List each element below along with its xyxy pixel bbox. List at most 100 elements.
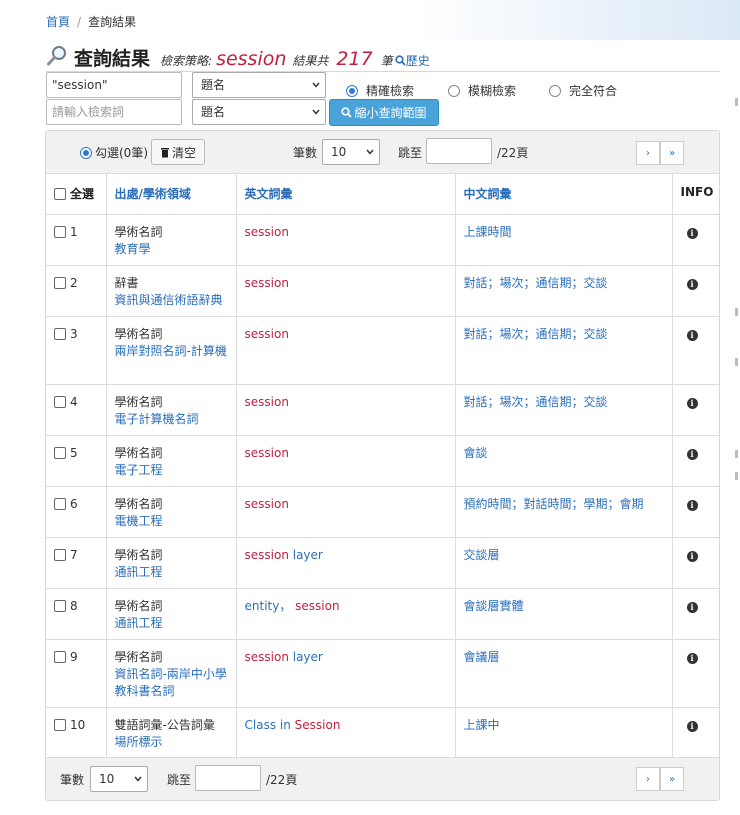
search-field-select-1[interactable]: 題名 xyxy=(192,72,326,98)
info-icon[interactable]: i xyxy=(686,329,698,341)
checked-count-radio[interactable]: 勾選(0筆) xyxy=(80,144,148,161)
row-checkbox[interactable] xyxy=(54,395,66,408)
row-english-term[interactable]: session xyxy=(245,497,289,511)
info-icon[interactable]: i xyxy=(686,499,698,511)
info-icon[interactable]: i xyxy=(686,601,698,613)
chevron-down-icon xyxy=(134,776,142,782)
jump-page-input[interactable] xyxy=(426,138,492,164)
info-icon[interactable]: i xyxy=(686,278,698,290)
chinese-column-header[interactable]: 中文詞彙 xyxy=(455,174,673,215)
info-icon[interactable]: i xyxy=(686,227,698,239)
row-checkbox[interactable] xyxy=(54,718,66,731)
footer-page-size-select[interactable]: 10 xyxy=(90,766,148,792)
row-source-field[interactable]: 兩岸對照名詞-計算機 xyxy=(115,343,228,360)
row-source-cell: 學術名詞 資訊名詞-兩岸中小學教科書名詞 xyxy=(106,639,237,708)
row-chinese-term[interactable]: 交談層 xyxy=(464,548,500,562)
select-all-header[interactable]: 全選 xyxy=(46,174,107,215)
page-size-value: 10 xyxy=(331,145,347,159)
row-source-type: 辭書 xyxy=(114,275,139,290)
row-source-field[interactable]: 資訊名詞-兩岸中小學教科書名詞 xyxy=(115,666,228,700)
next-page-label: › xyxy=(646,147,650,159)
row-source-cell: 學術名詞 教育學 xyxy=(106,214,237,266)
clear-button[interactable]: 清空 xyxy=(151,139,206,165)
mode-exact-radio[interactable]: 精確檢索 xyxy=(346,82,414,99)
row-chinese-term[interactable]: 上課時間 xyxy=(464,225,512,239)
row-english-term[interactable]: session xyxy=(245,225,289,239)
row-info-cell: i xyxy=(672,265,719,317)
search-icon xyxy=(395,55,406,66)
row-source-field[interactable]: 電機工程 xyxy=(115,513,228,530)
row-source-field[interactable]: 通訊工程 xyxy=(115,615,228,632)
search-term-input-1[interactable] xyxy=(46,72,182,98)
search-icon xyxy=(341,107,353,118)
row-source-field[interactable]: 電子工程 xyxy=(115,462,228,479)
footer-next-page-button[interactable]: › xyxy=(636,767,660,791)
row-english-term[interactable]: session xyxy=(245,276,289,290)
row-source-type: 學術名詞 xyxy=(114,445,163,460)
info-icon[interactable]: i xyxy=(686,397,698,409)
row-source-field[interactable]: 教育學 xyxy=(115,241,228,258)
info-icon[interactable]: i xyxy=(686,652,698,664)
row-english-term[interactable]: Class in Session xyxy=(245,718,341,732)
row-select-cell: 7 xyxy=(46,537,107,589)
row-checkbox[interactable] xyxy=(54,225,66,238)
footer-last-page-button[interactable]: » xyxy=(660,767,684,791)
row-english-term[interactable]: session xyxy=(245,446,289,460)
row-chinese-term[interactable]: 會議層 xyxy=(464,650,500,664)
row-chinese-term[interactable]: 對話；場次；通信期；交談 xyxy=(464,327,608,341)
narrow-search-button[interactable]: 縮小查詢範圍 xyxy=(329,99,439,126)
row-checkbox[interactable] xyxy=(54,548,66,561)
row-english-term[interactable]: entity， session xyxy=(245,599,340,613)
checked-count-label: 勾選(0筆) xyxy=(95,146,148,160)
row-checkbox[interactable] xyxy=(54,599,66,612)
row-checkbox[interactable] xyxy=(54,446,66,459)
row-chinese-term[interactable]: 對話；場次；通信期；交談 xyxy=(464,276,608,290)
row-source-field[interactable]: 電子計算機名詞 xyxy=(115,411,228,428)
strategy-label: 檢索策略: xyxy=(160,54,213,68)
history-link-label: 歷史 xyxy=(405,54,430,68)
row-source-cell: 學術名詞 電子計算機名詞 xyxy=(106,384,237,436)
row-checkbox[interactable] xyxy=(54,497,66,510)
search-field-select-1-value: 題名 xyxy=(201,78,226,92)
english-column-header[interactable]: 英文詞彙 xyxy=(236,174,456,215)
search-term-input-2[interactable] xyxy=(46,99,182,125)
row-english-term[interactable]: session xyxy=(245,327,289,341)
row-chinese-term[interactable]: 預約時間；對話時間；學期；會期 xyxy=(464,497,644,511)
result-count-unit: 筆 xyxy=(380,54,393,68)
source-column-header[interactable]: 出處/學術領域 xyxy=(106,174,237,215)
row-chinese-cell: 預約時間；對話時間；學期；會期 xyxy=(455,486,673,538)
breadcrumb-home-link[interactable]: 首頁 xyxy=(46,15,70,29)
trash-icon xyxy=(161,147,169,157)
search-field-select-2[interactable]: 題名 xyxy=(192,99,326,125)
info-icon[interactable]: i xyxy=(686,550,698,562)
footer-jump-to-label: 跳至 xyxy=(167,773,192,787)
radio-selected-icon xyxy=(346,84,358,97)
footer-jump-page-input[interactable] xyxy=(195,765,261,791)
row-checkbox[interactable] xyxy=(54,327,66,340)
page-size-select[interactable]: 10 xyxy=(322,139,380,165)
select-all-checkbox[interactable] xyxy=(54,188,66,200)
row-english-prefix: entity， xyxy=(244,598,296,613)
row-chinese-term[interactable]: 上課中 xyxy=(464,718,500,732)
row-chinese-term[interactable]: 會談 xyxy=(464,446,488,460)
select-all-label: 全選 xyxy=(70,187,95,201)
history-link[interactable]: 歷史 xyxy=(395,52,430,69)
last-page-button[interactable]: » xyxy=(660,141,684,165)
next-page-button[interactable]: › xyxy=(636,141,660,165)
row-source-field[interactable]: 場所標示 xyxy=(115,734,228,751)
row-checkbox[interactable] xyxy=(54,276,66,289)
mode-fuzzy-radio[interactable]: 模糊檢索 xyxy=(448,82,516,99)
row-select-cell: 3 xyxy=(46,316,107,385)
row-english-term[interactable]: session layer xyxy=(245,650,323,664)
info-icon[interactable]: i xyxy=(686,720,698,732)
info-icon[interactable]: i xyxy=(686,448,698,460)
mode-full-match-radio[interactable]: 完全符合 xyxy=(549,82,617,99)
row-chinese-term[interactable]: 會談層實體 xyxy=(464,599,524,613)
row-checkbox[interactable] xyxy=(54,650,66,663)
row-english-term[interactable]: session layer xyxy=(245,548,323,562)
row-english-term[interactable]: session xyxy=(245,395,289,409)
row-chinese-term[interactable]: 對話；場次；通信期；交談 xyxy=(464,395,608,409)
row-source-field[interactable]: 通訊工程 xyxy=(115,564,228,581)
row-source-field[interactable]: 資訊與通信術語辭典 xyxy=(115,292,228,309)
row-chinese-cell: 對話；場次；通信期；交談 xyxy=(455,316,673,385)
